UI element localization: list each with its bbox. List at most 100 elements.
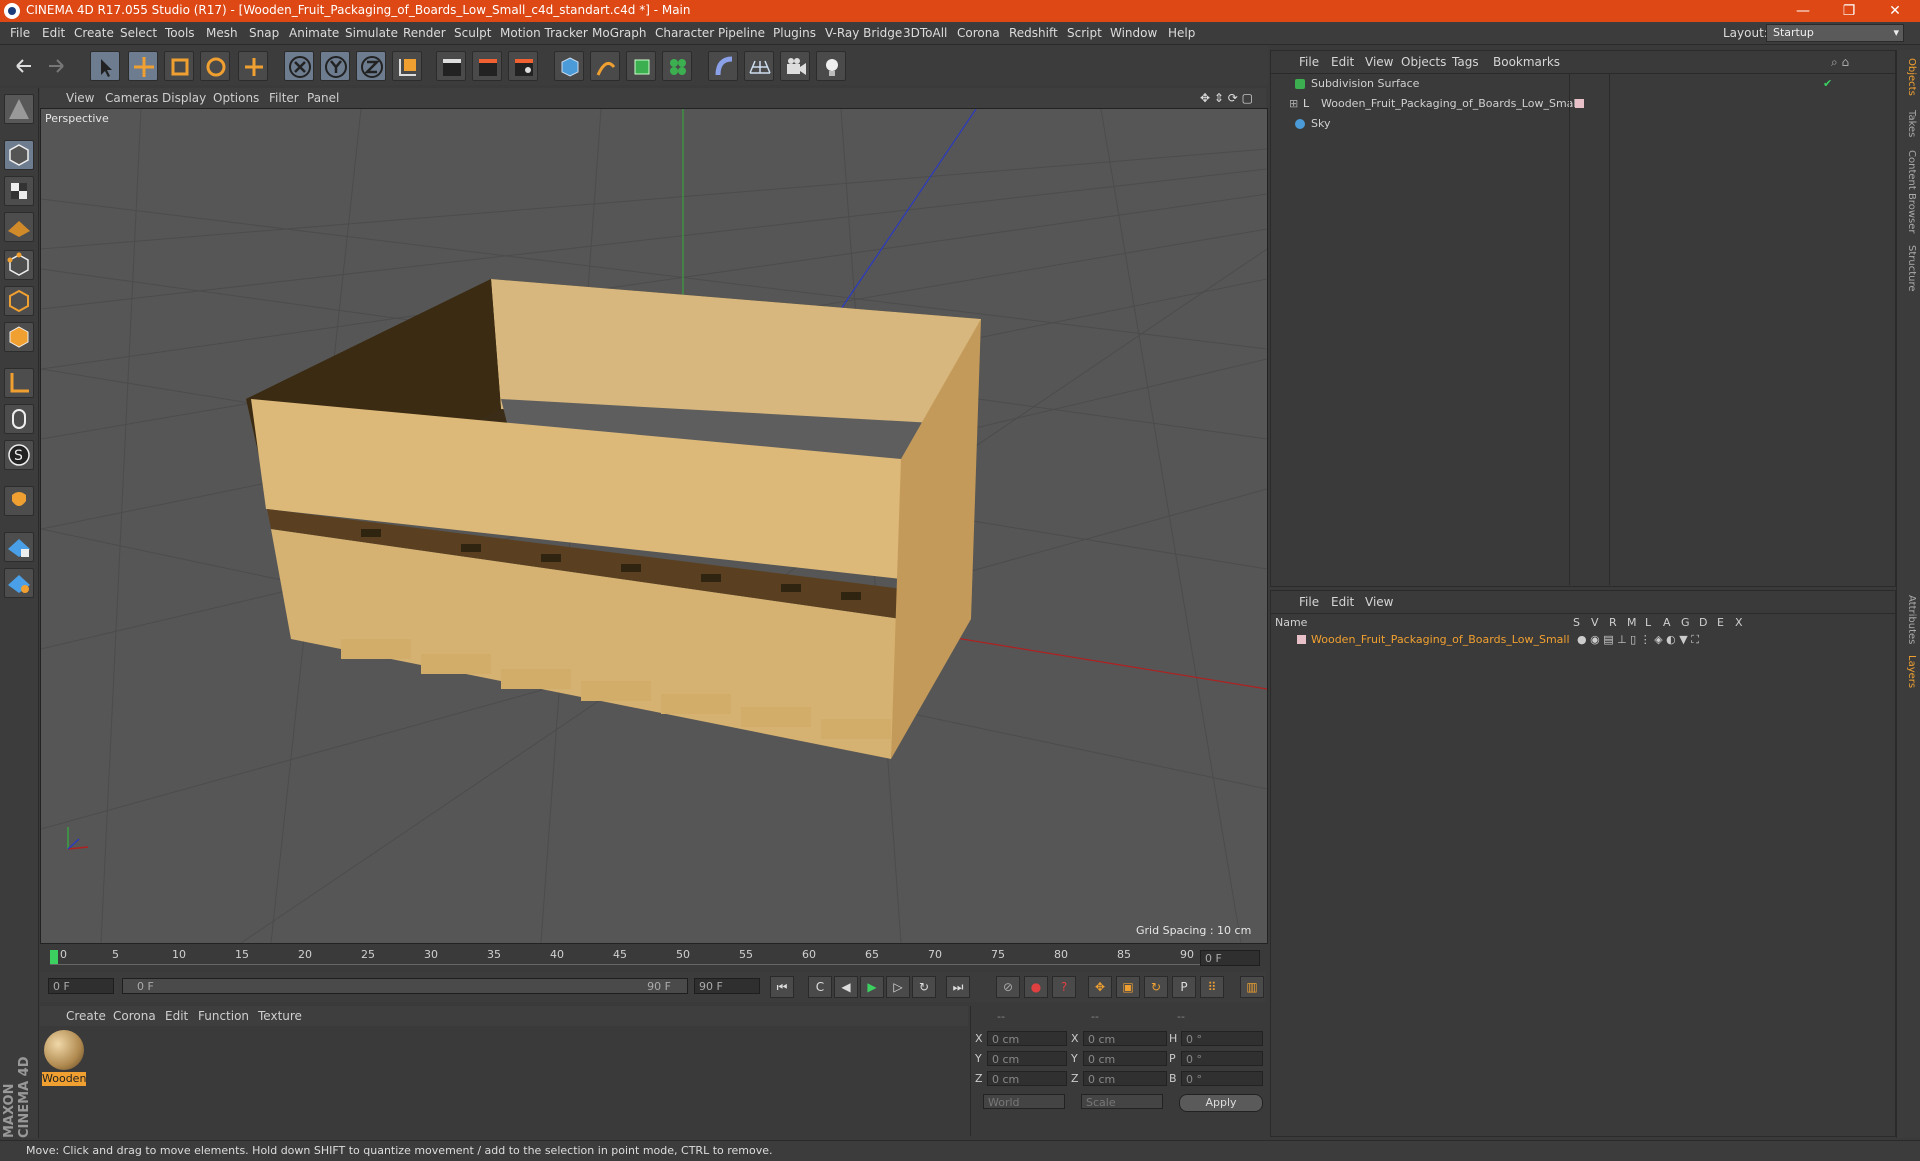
z-axis-button[interactable] [356,51,386,81]
camera-button[interactable] [780,51,810,81]
perspective-viewport[interactable] [40,108,1268,944]
menu-select[interactable]: Select [120,26,157,40]
coord-pos-y-field[interactable]: 0 cm [987,1051,1067,1066]
cube-button[interactable] [554,51,584,81]
y-axis-button[interactable] [320,51,350,81]
objects-menu-view[interactable]: View [1365,55,1393,69]
material-swatch[interactable]: Wooden [42,1030,86,1088]
menu-help[interactable]: Help [1168,26,1195,40]
tab-structure[interactable]: Structure [1899,245,1917,292]
layers-menu-view[interactable]: View [1365,595,1393,609]
viewport-menu-filter[interactable]: Filter [269,91,299,105]
rotation-key-button[interactable]: ↻ [1144,976,1168,998]
tab-attributes[interactable]: Attributes [1899,595,1917,644]
previous-frame-button[interactable]: ◀ [834,976,858,998]
axis-mode-button[interactable] [4,368,34,398]
coord-size-y-field[interactable]: 0 cm [1083,1051,1167,1066]
coord-size-z-field[interactable]: 0 cm [1083,1071,1167,1086]
menu-tools[interactable]: Tools [165,26,195,40]
x-axis-button[interactable] [284,51,314,81]
objects-search-icon[interactable]: ⌕ ⌂ [1831,55,1849,70]
viewport-navigation-icons[interactable]: ✥ ⇕ ⟳ ▢ [1200,91,1253,105]
magnet-button[interactable] [4,486,34,516]
go-to-start-button[interactable]: ⏮ [770,976,794,998]
rotate-tool-button[interactable] [200,51,230,81]
edges-mode-button[interactable] [4,286,34,316]
next-key-button[interactable]: ↻ [912,976,936,998]
viewport-menu-display[interactable]: Display [162,91,206,105]
object-row-wooden-crate[interactable]: ⊞ L Wooden_Fruit_Packaging_of_Boards_Low… [1275,95,1875,113]
menu-animate[interactable]: Animate [289,26,339,40]
start-frame-field[interactable]: 0 F [48,978,114,994]
lock-workplane-button[interactable] [4,532,34,562]
menu-create[interactable]: Create [74,26,114,40]
tab-layers[interactable]: Layers [1899,655,1917,688]
model-mode-button[interactable] [4,140,34,170]
enabled-checkmark-icon[interactable]: ✔ [1823,75,1832,93]
live-selection-button[interactable] [90,51,120,81]
timeline-ruler[interactable]: 0 5 10 15 20 25 30 35 40 45 50 55 60 65 … [40,944,1266,972]
layer-color-swatch[interactable] [1297,635,1306,644]
render-settings-button[interactable] [508,51,538,81]
layer-row[interactable]: Wooden_Fruit_Packaging_of_Boards_Low_Sma… [1275,631,1875,649]
make-editable-button[interactable] [4,94,34,124]
objects-menu-tags[interactable]: Tags [1452,55,1479,69]
menu-script[interactable]: Script [1067,26,1102,40]
tab-content-browser[interactable]: Content Browser [1899,150,1917,233]
menu-edit[interactable]: Edit [42,26,65,40]
layer-toggle-icons[interactable]: ● ◉ ▤ ⊥ ▯ ⋮ ◈ ◐ ▼ ⛶ [1577,631,1699,649]
layers-menu-edit[interactable]: Edit [1331,595,1354,609]
object-row-sky[interactable]: Sky [1275,115,1875,133]
coord-rot-p-field[interactable]: 0 ° [1181,1051,1263,1066]
redo-button[interactable] [42,51,72,81]
material-menu-create[interactable]: Create [66,1009,106,1023]
objects-menu-edit[interactable]: Edit [1331,55,1354,69]
current-frame-field[interactable]: 0 F [1200,950,1260,966]
scale-tool-button[interactable] [164,51,194,81]
deformer-button[interactable] [708,51,738,81]
menu-simulate[interactable]: Simulate [345,26,398,40]
objects-menu-bookmarks[interactable]: Bookmarks [1493,55,1560,69]
undo-button[interactable] [8,51,38,81]
menu-window[interactable]: Window [1110,26,1157,40]
snap-button[interactable]: S [4,440,34,470]
layers-menu-file[interactable]: File [1299,595,1319,609]
render-view-button[interactable] [436,51,466,81]
close-button[interactable]: ✕ [1872,0,1918,22]
record-keys-button[interactable]: ⊘ [996,976,1020,998]
spline-pen-button[interactable] [590,51,620,81]
viewport-menu-cameras[interactable]: Cameras [105,91,158,105]
menu-corona[interactable]: Corona [957,26,1000,40]
frame-range-slider[interactable]: 0 F 90 F [122,978,688,994]
scale-key-button[interactable]: ▣ [1116,976,1140,998]
viewport-menu-panel[interactable]: Panel [307,91,339,105]
coord-size-x-field[interactable]: 0 cm [1083,1031,1167,1046]
menu-render[interactable]: Render [403,26,446,40]
minimize-button[interactable]: — [1780,0,1826,22]
subdivision-button[interactable] [626,51,656,81]
menu-pipeline[interactable]: Pipeline [718,26,765,40]
menu-plugins[interactable]: Plugins [773,26,816,40]
object-row-subdivision-surface[interactable]: Subdivision Surface ✔ [1275,75,1875,93]
menu-redshift[interactable]: Redshift [1009,26,1058,40]
coord-pos-x-field[interactable]: 0 cm [987,1031,1067,1046]
end-frame-field[interactable]: 90 F [694,978,760,994]
menu-sculpt[interactable]: Sculpt [454,26,491,40]
coord-rot-h-field[interactable]: 0 ° [1181,1031,1263,1046]
point-level-button[interactable]: ⠿ [1200,976,1224,998]
points-mode-button[interactable] [4,250,34,280]
coordinate-mode-select[interactable]: World [983,1094,1065,1109]
auto-keying-button[interactable]: ● [1024,976,1048,998]
menu-mesh[interactable]: Mesh [206,26,238,40]
recent-tool-button[interactable] [238,51,268,81]
coord-pos-z-field[interactable]: 0 cm [987,1071,1067,1086]
objects-menu-objects[interactable]: Objects [1401,55,1446,69]
play-button[interactable]: ▶ [860,976,884,998]
material-menu-edit[interactable]: Edit [165,1009,188,1023]
expand-icon[interactable]: ⊞ [1289,95,1298,113]
tweak-mode-button[interactable] [4,404,34,434]
menu-motion-tracker[interactable]: Motion Tracker [500,26,588,40]
menu-3dtoall[interactable]: 3DToAll [903,26,947,40]
go-to-end-button[interactable]: ⏭ [946,976,970,998]
menu-character[interactable]: Character [655,26,714,40]
